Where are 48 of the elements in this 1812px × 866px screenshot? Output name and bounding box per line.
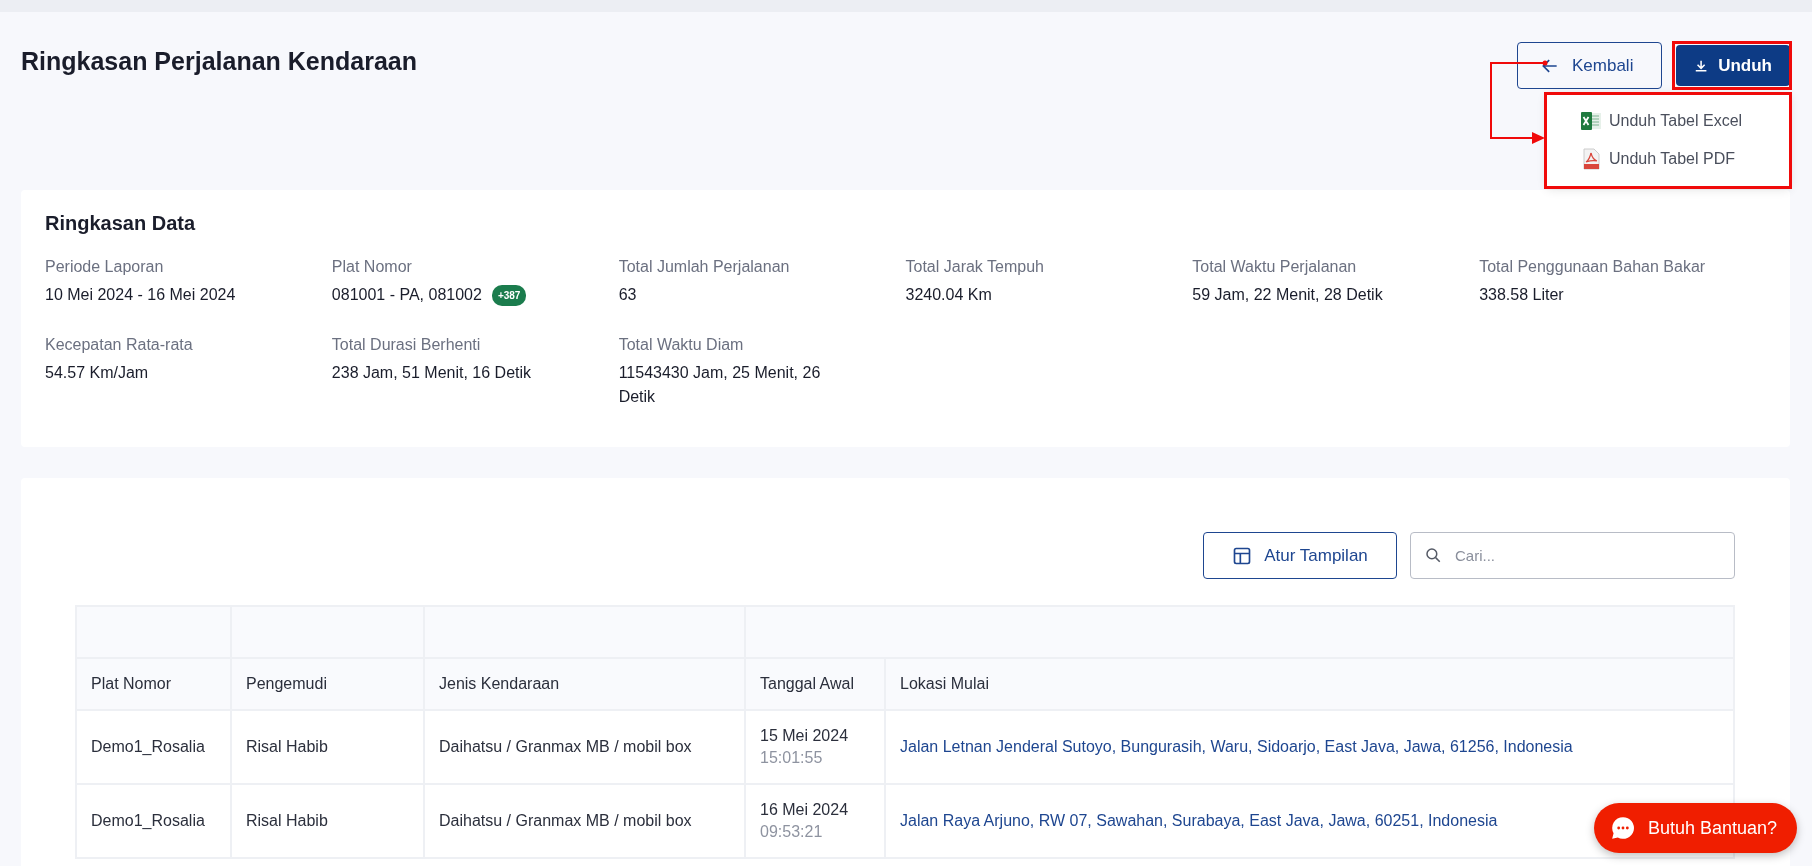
table-cell: Daihatsu / Granmax MB / mobil box	[424, 784, 745, 858]
field-label: Kecepatan Rata-rata	[45, 335, 194, 356]
menu-item[interactable]: Unduh Tabel Excel	[1579, 109, 1790, 133]
field-label: Total Penggunaan Bahan Bakar	[1479, 257, 1707, 277]
field-label: Total Waktu Perjalanan	[1192, 257, 1358, 277]
field-value: 238 Jam, 51 Menit, 16 Detik	[331, 363, 533, 384]
date-text: 15 Mei 2024	[760, 725, 850, 746]
field-value: 63	[618, 285, 638, 306]
menu-item[interactable]: Unduh Tabel PDF	[1579, 147, 1790, 171]
count-badge: +387	[491, 284, 527, 306]
download-button[interactable]: Unduh	[1676, 45, 1790, 86]
column-settings-button[interactable]: Atur Tampilan	[1203, 532, 1397, 579]
column-header: Tanggal Awal	[745, 658, 885, 710]
time-text: 15:01:55	[760, 748, 824, 768]
column-header: Jenis Kendaraan	[424, 658, 745, 710]
chat-bubble-icon	[1609, 815, 1636, 841]
column-header: Lokasi Mulai	[885, 658, 1734, 710]
field-label: Total Jumlah Perjalanan	[618, 257, 791, 277]
page-title: Ringkasan Perjalanan Kendaraan	[21, 47, 417, 76]
table-cell: Daihatsu / Granmax MB / mobil box	[424, 710, 745, 784]
field-value: 11543430 Jam, 25 Menit, 26 Detik	[618, 363, 822, 408]
table-cell: Demo1_Rosalia	[76, 784, 231, 858]
table-cell: Jalan Letnan Jenderal Sutoyo, Bungurasih, Waru, Sidoarjo, East Java, Jawa, 61256, Indonesia	[885, 710, 1734, 784]
field-label: Periode Laporan	[45, 257, 165, 277]
field-value: 081001 - PA, 081002	[331, 285, 482, 306]
column-header: Plat Nomor	[76, 658, 231, 710]
field-value: 338.58 Liter	[1479, 285, 1565, 306]
column-header: Pengemudi	[231, 658, 424, 710]
field-label: Plat Nomor	[331, 257, 413, 277]
field-value: 54.57 Km/Jam	[45, 363, 150, 384]
table-cell: Risal Habib	[231, 710, 424, 784]
field-label: Total Jarak Tempuh	[905, 257, 1045, 277]
field-value: 10 Mei 2024 - 16 Mei 2024	[45, 285, 237, 306]
back-button[interactable]: Kembali	[1517, 42, 1662, 89]
time-text: 09:53:21	[760, 822, 824, 842]
spreadsheet-icon	[1579, 109, 1603, 133]
field-label: Total Waktu Diam	[618, 335, 745, 356]
date-text: 16 Mei 2024	[760, 799, 850, 820]
table-cell: Demo1_Rosalia	[76, 710, 231, 784]
field-value: 3240.04 Km	[905, 285, 993, 306]
table-cell: Risal Habib	[231, 784, 424, 858]
field-value: 59 Jam, 22 Menit, 28 Detik	[1192, 285, 1384, 306]
section-title: Ringkasan Data	[45, 212, 197, 235]
layout-icon	[1232, 545, 1253, 566]
search-field[interactable]: Cari...	[1410, 532, 1735, 579]
search-icon	[1424, 546, 1442, 564]
field-label: Total Durasi Berhenti	[331, 335, 482, 356]
help-button[interactable]: Butuh Bantuan?	[1593, 803, 1797, 853]
